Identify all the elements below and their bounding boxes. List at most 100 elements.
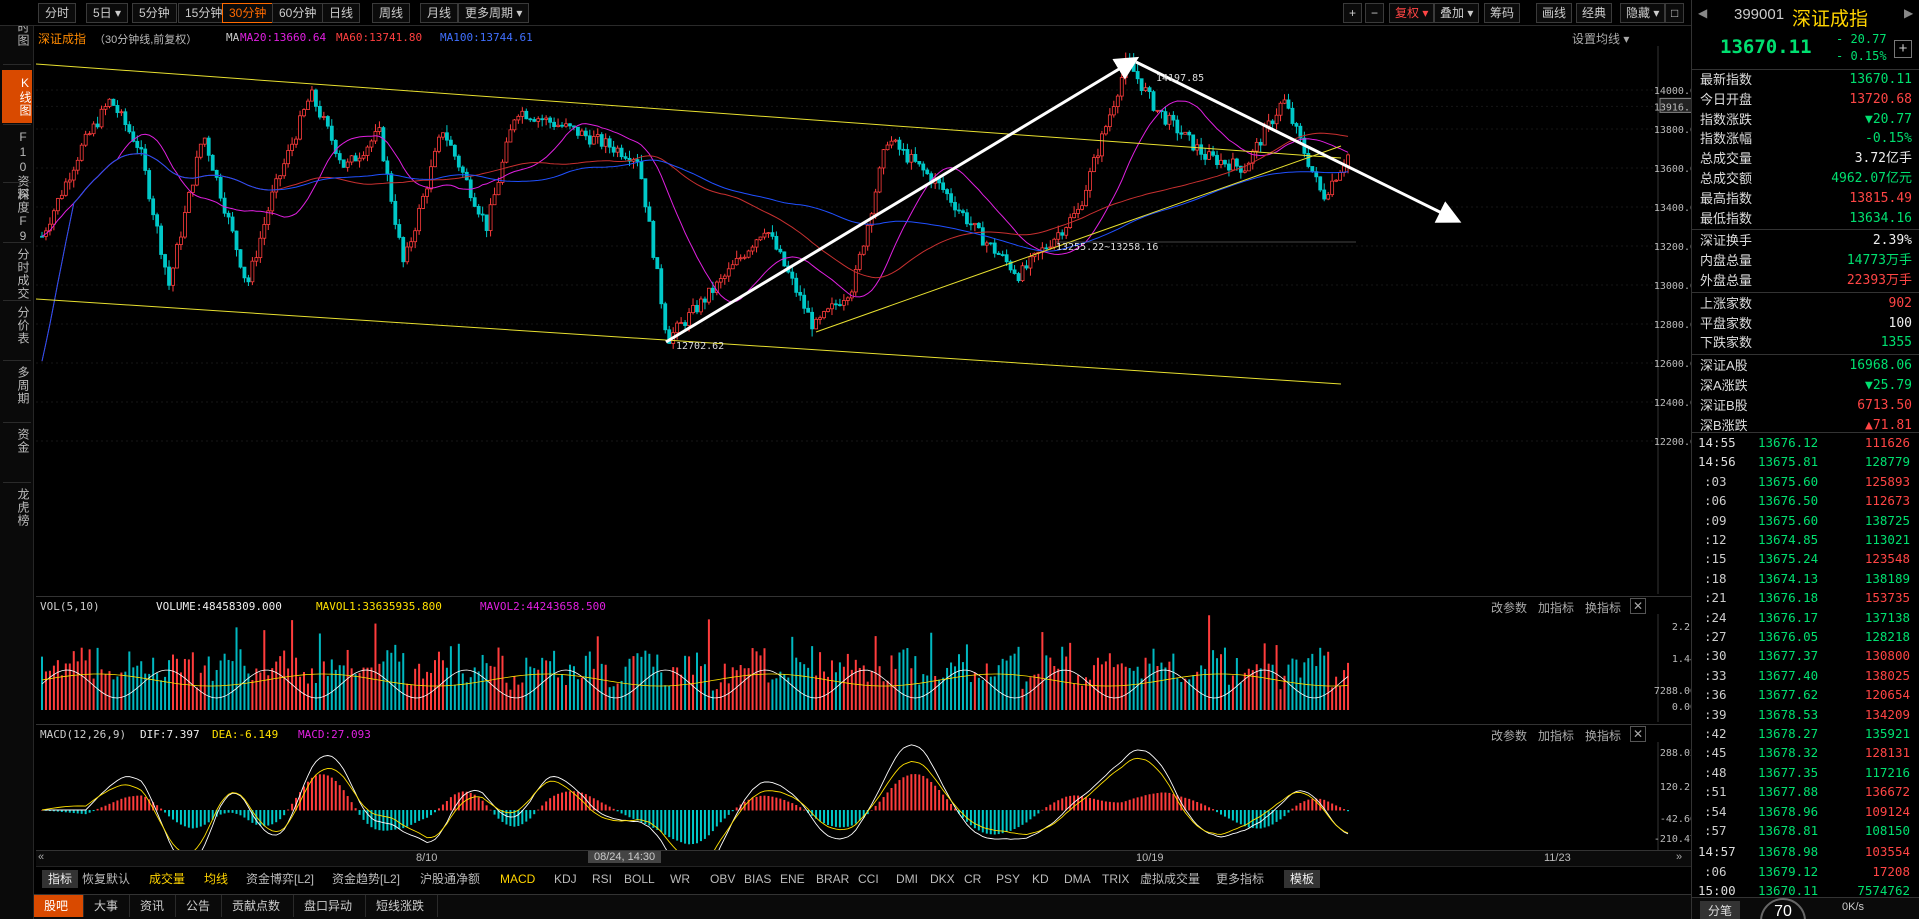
- bottom-tab-2[interactable]: 资讯: [130, 895, 176, 917]
- indicator-tab-21[interactable]: KD: [1032, 870, 1049, 888]
- bottom-tab-4[interactable]: 贡献点数: [222, 895, 294, 917]
- macd-histogram-bar: [838, 810, 841, 828]
- macd-histogram-bar: [576, 791, 579, 811]
- candle-body: [1028, 256, 1033, 269]
- macd-histogram-bar: [414, 810, 417, 823]
- indicator-tab-26[interactable]: 模板: [1284, 870, 1321, 888]
- period-tab-1[interactable]: 5日 ▾: [86, 3, 129, 23]
- indicator-tab-4[interactable]: 资金博弈[L2]: [246, 870, 314, 888]
- period-tab-6[interactable]: 日线: [322, 3, 361, 23]
- indicator-tab-24[interactable]: 虚拟成交量: [1140, 870, 1200, 888]
- volume-bar: [1136, 666, 1139, 710]
- chart-tool-5[interactable]: 画线: [1536, 3, 1573, 23]
- indicator-tab-2[interactable]: 成交量: [149, 870, 185, 888]
- candle-body: [198, 143, 203, 158]
- volume-chart[interactable]: 2.21 1.44 7288.00 0.00: [36, 614, 1691, 722]
- indicator-tab-8[interactable]: KDJ: [554, 870, 577, 888]
- indicator-tab-22[interactable]: DMA: [1064, 870, 1091, 888]
- indicator-tab-14[interactable]: ENE: [780, 870, 805, 888]
- indicator-tab-15[interactable]: BRAR: [816, 870, 849, 888]
- left-nav-7[interactable]: 资金: [4, 428, 30, 454]
- chart-tool-6[interactable]: 经典: [1576, 3, 1613, 23]
- bottom-tab-5[interactable]: 盘口异动: [294, 895, 366, 917]
- price-change: - 20.77: [1836, 32, 1887, 46]
- indicator-tab-18[interactable]: DKX: [930, 870, 955, 888]
- indicator-tab-11[interactable]: WR: [670, 870, 690, 888]
- macd-axis-label: -42.66: [1660, 814, 1691, 825]
- macd-histogram-bar: [366, 810, 369, 824]
- dif-line: [42, 744, 1349, 850]
- indicator-tab-7[interactable]: MACD: [500, 870, 535, 888]
- chart-tool-2[interactable]: 复权 ▾: [1389, 3, 1435, 23]
- candle-body: [286, 150, 291, 165]
- ma-settings-button[interactable]: 设置均线 ▾: [1572, 30, 1629, 47]
- scroll-left-icon[interactable]: «: [38, 851, 44, 863]
- indicator-tab-3[interactable]: 均线: [204, 870, 228, 888]
- candle-body: [945, 189, 949, 195]
- date-axis-scrollbar[interactable]: « 8/10 08/24, 14:30 10/19 11/23 »: [36, 850, 1691, 866]
- bottom-tab-0[interactable]: 股吧: [34, 895, 84, 917]
- left-nav-3[interactable]: 深度F9: [4, 188, 30, 244]
- indicator-tab-16[interactable]: CCI: [858, 870, 879, 888]
- chart-tool-0[interactable]: +: [1343, 3, 1363, 23]
- candlestick-chart[interactable]: 14000.0 13916.1 13800.0 13600.0 13400.0 13200…: [36, 46, 1691, 594]
- macd-histogram-bar: [303, 786, 305, 811]
- indicator-tab-9[interactable]: RSI: [592, 870, 612, 888]
- volume-bar: [731, 667, 734, 710]
- period-tab-7[interactable]: 周线: [372, 3, 411, 23]
- macd-chart[interactable]: 288.02 120.21 -42.66 -210.47: [36, 742, 1691, 850]
- left-nav-4[interactable]: 分时成交: [4, 248, 30, 300]
- period-tab-2[interactable]: 5分钟: [132, 3, 177, 23]
- tick-price: 13674.85: [1758, 532, 1819, 547]
- bottom-tab-1[interactable]: 大事: [84, 895, 130, 917]
- macd-close-icon[interactable]: ✕: [1630, 726, 1647, 742]
- chart-tool-4[interactable]: 筹码: [1484, 3, 1521, 23]
- next-stock-icon[interactable]: ▶: [1904, 6, 1913, 20]
- indicator-tab-17[interactable]: DMI: [896, 870, 918, 888]
- prev-stock-icon[interactable]: ◀: [1698, 6, 1707, 20]
- macd-histogram-bar: [76, 810, 79, 814]
- period-tab-8[interactable]: 月线: [420, 3, 459, 23]
- scroll-right-icon[interactable]: »: [1676, 851, 1682, 863]
- indicator-tab-25[interactable]: 更多指标: [1216, 870, 1264, 888]
- chart-tool-1[interactable]: −: [1365, 3, 1385, 23]
- volume-bar: [799, 662, 802, 710]
- chart-tool-7[interactable]: 隐藏 ▾: [1620, 3, 1666, 23]
- indicator-tab-13[interactable]: BIAS: [744, 870, 771, 888]
- add-watchlist-icon[interactable]: +: [1894, 40, 1912, 58]
- chart-tool-8[interactable]: □: [1665, 3, 1685, 23]
- left-nav-1[interactable]: K线图: [2, 70, 32, 123]
- period-tab-4[interactable]: 30分钟: [222, 3, 274, 23]
- bottom-tab-3[interactable]: 公告: [176, 895, 222, 917]
- macd-histogram-bar: [1069, 795, 1072, 811]
- volume-bar: [719, 682, 722, 710]
- left-nav-5[interactable]: 分价表: [4, 306, 30, 345]
- volume-bar: [664, 685, 667, 710]
- chart-tool-3[interactable]: 叠加 ▾: [1434, 3, 1480, 23]
- indicator-tab-1[interactable]: 恢复默认: [82, 870, 130, 888]
- left-nav-8[interactable]: 龙虎榜: [4, 488, 30, 527]
- indicator-tab-6[interactable]: 沪股通净额: [420, 870, 480, 888]
- indicator-tab-20[interactable]: PSY: [996, 870, 1020, 888]
- indicator-tab-23[interactable]: TRIX: [1102, 870, 1129, 888]
- indicator-tab-12[interactable]: OBV: [710, 870, 735, 888]
- macd-histogram-bar: [112, 802, 115, 811]
- macd-histogram-bar: [636, 810, 639, 821]
- indicator-tab-5[interactable]: 资金趋势[L2]: [332, 870, 400, 888]
- tick-tab[interactable]: 分笔: [1700, 901, 1741, 919]
- tick-price: 13674.13: [1758, 570, 1819, 586]
- trend-arrow: [665, 56, 1140, 344]
- vol-close-icon[interactable]: ✕: [1630, 598, 1647, 614]
- volume-bar: [807, 667, 810, 710]
- indicator-tab-19[interactable]: CR: [964, 870, 981, 888]
- period-tab-0[interactable]: 分时: [38, 3, 77, 23]
- period-tab-9[interactable]: 更多周期 ▾: [458, 3, 530, 23]
- period-tab-5[interactable]: 60分钟: [272, 3, 324, 23]
- left-nav-6[interactable]: 多周期: [4, 366, 30, 405]
- bottom-tab-6[interactable]: 短线涨跌: [366, 895, 438, 917]
- macd-histogram-bar: [1307, 799, 1310, 811]
- indicator-tab-10[interactable]: BOLL: [624, 870, 655, 888]
- tick-list[interactable]: 14:55 13676.12 111626 14:56 13675.81 128779:0…: [1692, 432, 1919, 898]
- indicator-tab-0[interactable]: 指标: [42, 870, 79, 888]
- tick-row: :12 13674.85 113021: [1694, 530, 1916, 549]
